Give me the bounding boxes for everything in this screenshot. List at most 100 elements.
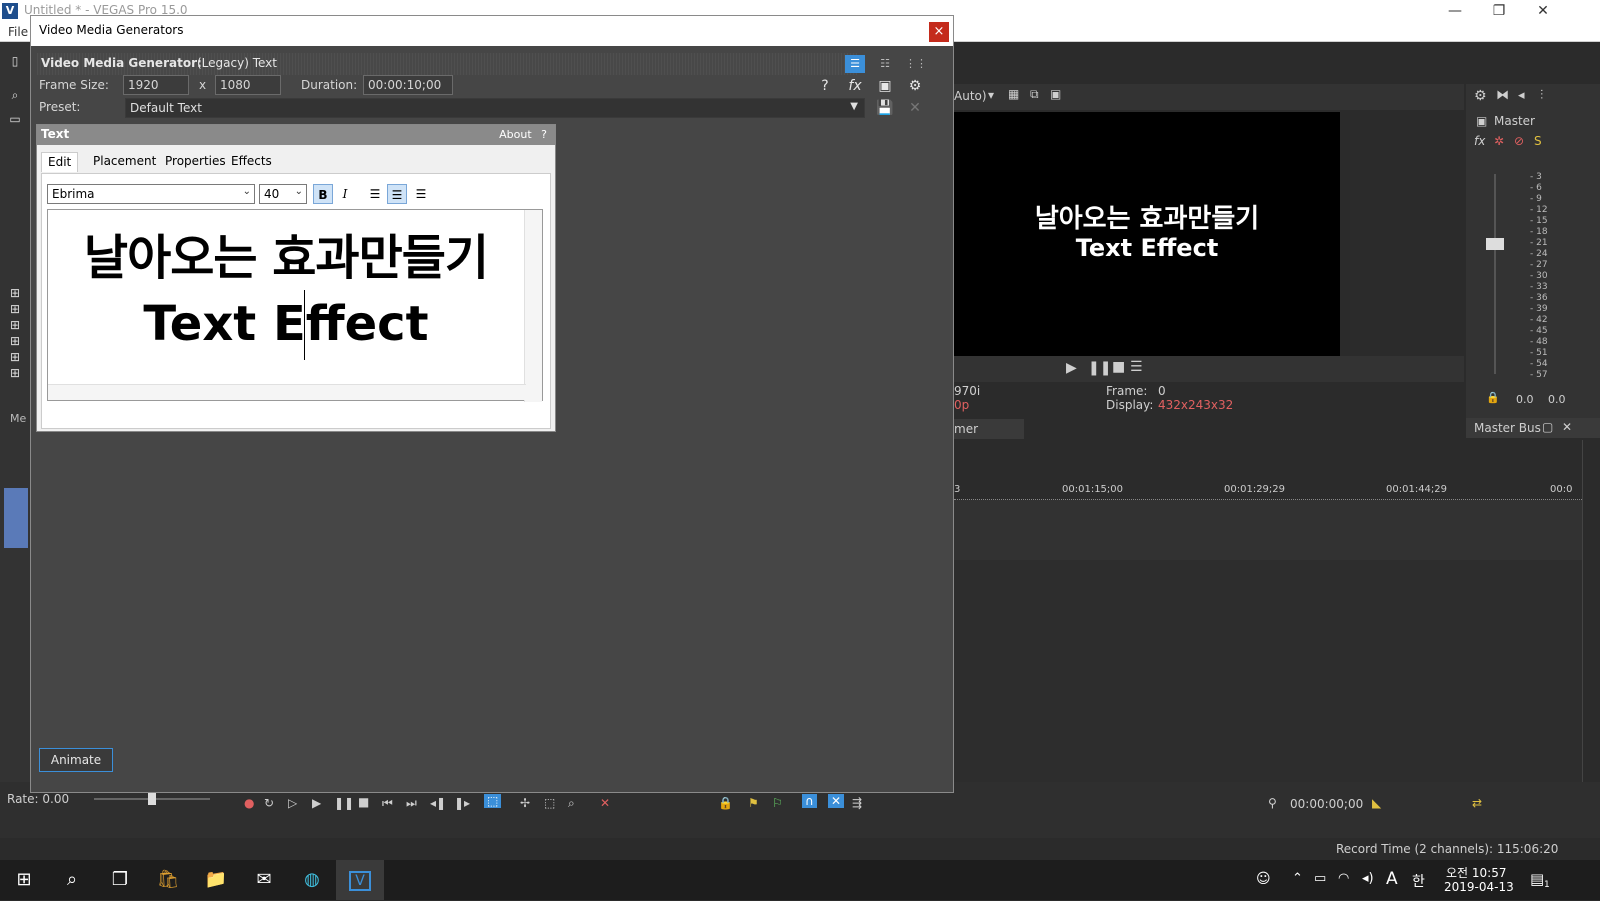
- preview-window-icon[interactable]: ▣: [875, 76, 895, 96]
- battery-icon[interactable]: ▭: [1314, 871, 1326, 886]
- record-icon[interactable]: ●: [244, 796, 254, 810]
- animate-button[interactable]: Animate: [39, 748, 113, 772]
- pause-icon[interactable]: ❚❚: [334, 796, 354, 810]
- editor-vertical-scrollbar[interactable]: [524, 210, 542, 402]
- expand-icon[interactable]: ⊞: [8, 334, 22, 348]
- chevron-up-icon[interactable]: ⌃: [1292, 871, 1303, 886]
- copy-icon[interactable]: ⧉: [1030, 87, 1039, 102]
- lock-icon[interactable]: 🔒: [718, 796, 733, 810]
- task-view-icon[interactable]: ❐: [96, 860, 144, 900]
- track-header-icon[interactable]: [4, 488, 28, 548]
- timeline-vertical-scrollbar[interactable]: [1582, 440, 1600, 782]
- timeline-track[interactable]: [954, 500, 1582, 560]
- play-icon[interactable]: ▶: [1066, 360, 1077, 376]
- preset-dropdown[interactable]: Default Text ▼: [125, 98, 865, 118]
- store-icon[interactable]: 🛍: [144, 860, 192, 900]
- align-center-icon[interactable]: ☰: [387, 184, 407, 204]
- ripple-edit-icon[interactable]: ⇶: [852, 796, 862, 810]
- tab-properties[interactable]: Properties: [159, 152, 232, 172]
- ime-hangul-indicator[interactable]: 한: [1412, 871, 1425, 891]
- preview-quality-dropdown[interactable]: Auto): [954, 89, 987, 103]
- save-snapshot-icon[interactable]: ▣: [1050, 87, 1061, 101]
- stop-icon[interactable]: ■: [1112, 359, 1125, 375]
- snapping-icon[interactable]: ∩: [802, 794, 817, 808]
- next-frame-icon[interactable]: ❚▸: [454, 796, 470, 810]
- people-icon[interactable]: ☺: [1256, 871, 1271, 887]
- app-icon[interactable]: ◍: [288, 860, 336, 900]
- downmix-icon[interactable]: ⧓: [1496, 88, 1509, 103]
- stop-icon[interactable]: ■: [358, 795, 369, 809]
- align-left-icon[interactable]: ☰: [365, 184, 385, 204]
- frame-height-input[interactable]: 1080: [215, 75, 281, 95]
- grid-icon[interactable]: ▦: [1008, 87, 1019, 101]
- play-icon[interactable]: ▶: [312, 796, 321, 810]
- search-icon[interactable]: ⌕: [48, 860, 96, 900]
- expand-icon[interactable]: ⊞: [8, 366, 22, 380]
- selection-tool-icon[interactable]: ⬚: [544, 796, 555, 810]
- clock-date[interactable]: 2019-04-13: [1444, 880, 1514, 894]
- go-to-start-icon[interactable]: ⏮: [382, 796, 393, 811]
- mail-icon[interactable]: ✉: [240, 860, 288, 900]
- settings-icon[interactable]: ⚙: [1474, 88, 1487, 104]
- delete-icon[interactable]: ✕: [600, 796, 610, 810]
- loop-region-icon[interactable]: ⇄: [1472, 796, 1482, 810]
- new-file-icon[interactable]: ▯: [8, 54, 22, 68]
- prev-frame-icon[interactable]: ◂❚: [430, 796, 446, 810]
- font-family-select[interactable]: Ebrima ⌄: [47, 184, 255, 204]
- menu-icon[interactable]: ☰: [1130, 359, 1143, 375]
- expand-icon[interactable]: ⊞: [8, 302, 22, 316]
- duration-input[interactable]: 00:00:10;00: [363, 75, 453, 95]
- start-icon[interactable]: ⊞: [0, 860, 48, 900]
- go-to-end-icon[interactable]: ⏭: [406, 796, 417, 811]
- menu-file[interactable]: File: [8, 25, 28, 39]
- volume-icon[interactable]: ◂): [1362, 871, 1374, 886]
- zoom-tool-icon[interactable]: ⌕: [568, 796, 575, 811]
- timeline-ruler[interactable]: 3 00:01:15;00 00:01:29;29 00:01:44;29 00…: [954, 480, 1582, 500]
- collapse-icon[interactable]: ▭: [8, 112, 22, 126]
- lock-icon[interactable]: 🔒: [1486, 391, 1500, 404]
- restore-button[interactable]: ❐: [1476, 0, 1522, 22]
- master-bus-tab[interactable]: Master Bus ▢ ✕: [1466, 418, 1600, 438]
- align-right-icon[interactable]: ☰: [411, 184, 431, 204]
- close-app-button[interactable]: ✕: [1520, 0, 1566, 22]
- italic-button[interactable]: I: [335, 184, 355, 204]
- master-checkbox[interactable]: ▣: [1476, 114, 1487, 128]
- media-tab-label[interactable]: Me: [10, 412, 26, 425]
- fx-icon[interactable]: fx: [845, 76, 865, 96]
- notification-icon[interactable]: ▤: [1530, 870, 1544, 888]
- solo-icon[interactable]: S: [1534, 134, 1542, 148]
- in-point-icon[interactable]: ◣: [1372, 796, 1381, 810]
- editor-horizontal-scrollbar[interactable]: [48, 384, 526, 400]
- bold-button[interactable]: B: [313, 184, 333, 204]
- vegas-taskbar-icon[interactable]: V: [336, 860, 384, 900]
- mute-icon[interactable]: ⊘: [1514, 134, 1524, 148]
- region-icon[interactable]: ⚐: [772, 796, 783, 810]
- mixer-icon[interactable]: ⫶: [1540, 88, 1543, 103]
- delete-preset-icon[interactable]: ✕: [905, 98, 925, 118]
- view-list-icon[interactable]: ☰: [845, 55, 865, 73]
- speaker-icon[interactable]: ◂: [1518, 88, 1525, 103]
- dialog-titlebar[interactable]: Video Media Generators ×: [31, 16, 953, 46]
- help-icon[interactable]: ?: [815, 76, 835, 96]
- settings-icon[interactable]: ⚙: [905, 76, 925, 96]
- automation-icon[interactable]: ✲: [1494, 134, 1504, 148]
- frame-width-input[interactable]: 1920: [123, 75, 189, 95]
- timeline-empty-area[interactable]: [954, 560, 1582, 782]
- wifi-icon[interactable]: ◠: [1338, 871, 1349, 886]
- marker-icon[interactable]: ⚑: [748, 796, 759, 810]
- fx-icon[interactable]: fx: [1474, 134, 1485, 148]
- close-tab-icon[interactable]: ✕: [1562, 420, 1572, 434]
- minimize-button[interactable]: —: [1432, 0, 1478, 22]
- zoom-icon[interactable]: ⌕: [8, 88, 22, 102]
- view-grid-icon[interactable]: ⋮⋮: [905, 55, 927, 73]
- font-size-select[interactable]: 40 ⌄: [259, 184, 307, 204]
- play-from-start-icon[interactable]: ▷: [288, 796, 297, 810]
- save-preset-icon[interactable]: 💾: [875, 98, 895, 118]
- auto-crossfade-icon[interactable]: ✕: [828, 794, 845, 808]
- clock-time[interactable]: 오전 10:57: [1446, 864, 1506, 881]
- dropdown-arrow-icon[interactable]: ▾: [988, 88, 994, 102]
- tab-effects[interactable]: Effects: [225, 152, 278, 172]
- text-editor[interactable]: 날아오는 효과만들기 Text Effect: [47, 209, 543, 402]
- file-explorer-icon[interactable]: 📁: [192, 860, 240, 900]
- help-icon[interactable]: ?: [541, 128, 547, 141]
